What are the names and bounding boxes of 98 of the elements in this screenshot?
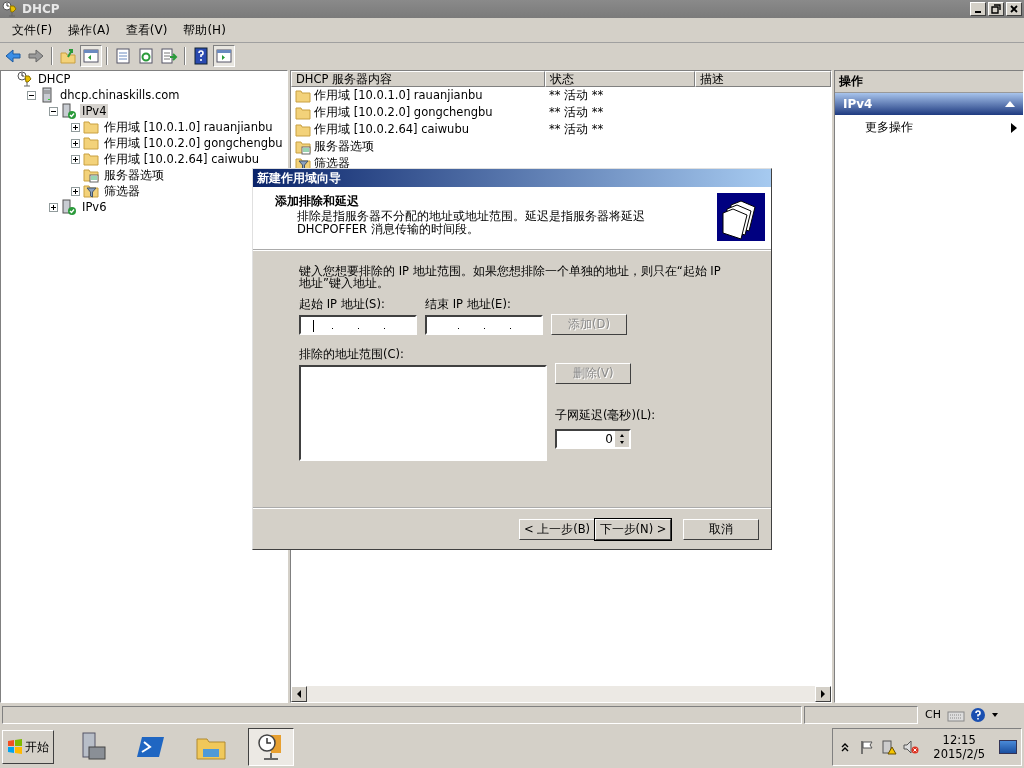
server-check-icon [61,199,77,215]
back-arrow-icon [4,46,22,65]
scroll-left-icon[interactable] [291,686,307,702]
menu-item[interactable]: 文件(F) [4,21,61,39]
table-cell[interactable]: 作用域 [10.0.2.0] gongchengbu [314,105,493,120]
start-button[interactable]: 开始 [2,730,54,764]
server-check-icon [61,103,77,119]
menu-item[interactable]: 查看(V) [117,21,176,39]
clock-time[interactable]: 12:15 [942,733,976,747]
table-cell-text: ** 活动 ** [548,122,605,137]
wizard-button[interactable]: 取消 [683,518,759,540]
tree-item[interactable]: 筛选器 [102,183,142,199]
scroll-right-icon[interactable] [815,686,831,702]
table-cell[interactable]: 作用域 [10.0.1.0] rauanjianbu [314,88,483,103]
tree-item[interactable]: IPv4 [80,104,109,118]
folder-icon [83,135,99,151]
windows-logo-icon [7,739,23,755]
tree-item[interactable]: IPv6 [80,200,109,214]
filter-icon [83,183,99,199]
table-cell[interactable]: 作用域 [10.0.2.64] caiwubu [314,122,469,137]
expand-icon[interactable] [71,154,80,164]
show-desktop-button[interactable] [999,740,1017,754]
action-item[interactable]: 更多操作 [835,115,1023,140]
column-header[interactable]: 描述 [695,71,831,87]
collapse-arrow-icon[interactable] [1005,101,1015,107]
wizard-button[interactable]: 下一步(N) > [595,518,671,540]
wizard-heading: 添加排除和延迟 [275,193,360,210]
restore-icon [991,4,1001,14]
server-icon [39,87,55,103]
ip-input-field[interactable] [425,315,543,335]
window-pane-icon [215,46,233,65]
tree-item[interactable]: DHCP [36,72,73,86]
horizontal-scrollbar[interactable] [291,686,831,702]
close-button[interactable] [1006,2,1022,16]
flag-icon[interactable] [859,739,876,755]
export-icon [160,46,178,65]
minimize-button[interactable] [970,2,986,16]
column-header[interactable]: DHCP 服务器内容 [291,71,545,87]
spin-down-icon[interactable] [615,439,629,447]
folder-icon [295,104,311,121]
field-label: 起始 IP 地址(S): [299,297,386,312]
actions-header: 操作 [835,71,1023,93]
folder-icon [83,119,99,135]
ip-input-field[interactable] [299,315,417,335]
collapse-icon[interactable] [49,106,58,116]
menu-item[interactable]: 操作(A) [60,21,118,39]
speaker-muted-icon[interactable] [903,739,920,755]
collapse-icon[interactable] [27,90,36,100]
expand-icon[interactable] [49,202,58,212]
field-label: 排除的地址范围(C): [299,347,405,362]
table-cell-text: ** 活动 ** [548,88,605,103]
window-pane-icon [82,46,100,65]
wizard-description: 排除是指服务器不分配的地址或地址范围。延迟是指服务器将延迟 DHCPOFFER 消息传输的时间段。 [296,210,646,236]
tree-item[interactable]: 作用域 [10.0.2.0] gongchengbu [102,135,285,151]
folder-icon [295,87,311,104]
expand-icon[interactable] [71,122,80,132]
document-icon [114,46,132,65]
folder-up-icon [59,46,77,65]
delay-spin-field[interactable]: 0 [555,429,631,449]
tree-item[interactable]: dhcp.chinaskills.com [58,88,182,102]
table-cell-text: ** 活动 ** [548,105,605,120]
instruction-text: 键入您想要排除的 IP 地址范围。如果您想排除一个单独的地址，则只在“起始 IP 地址”键入地址。 [299,265,722,289]
excluded-range-list[interactable] [299,365,547,461]
tree-item[interactable]: 作用域 [10.0.2.64] caiwubu [102,151,261,167]
dialog-title: 新建作用域向导 [253,169,771,187]
actions-section-header[interactable]: IPv4 [835,93,1023,115]
close-icon [1009,4,1019,14]
table-cell[interactable]: 服务器选项 [314,139,374,154]
field-label: 子网延迟(毫秒)(L): [555,408,656,423]
language-indicator[interactable]: CH [922,708,944,721]
submenu-arrow-icon [1011,122,1017,133]
wizard-button[interactable]: < 上一步(B) [519,518,595,540]
folders-icon [717,193,765,241]
table-cell[interactable]: 筛选器 [314,156,350,171]
folder-icon [83,151,99,167]
show-tree-button[interactable] [80,44,102,67]
column-header[interactable]: 状态 [545,71,695,87]
restore-button[interactable] [988,2,1004,16]
minimize-icon [975,11,981,13]
expand-icon[interactable] [71,186,80,196]
field-label: 结束 IP 地址(E): [425,297,512,312]
tree-item[interactable]: 服务器选项 [102,167,166,183]
tree-item[interactable]: 作用域 [10.0.1.0] rauanjianbu [102,119,275,135]
folder-icon [295,121,311,138]
show-action-pane-button[interactable] [213,44,235,67]
folder-document-icon [295,138,311,155]
clock-key-icon [2,1,18,17]
spin-up-icon[interactable] [615,431,629,439]
help-icon [192,46,210,65]
clock-date[interactable]: 2015/2/5 [933,747,985,761]
window-title: DHCP [22,2,60,16]
network-warning-icon[interactable] [881,739,898,755]
forward-arrow-icon [27,46,45,65]
dhcp-console-button[interactable] [248,728,294,766]
folder-document-icon [83,167,99,183]
refresh-icon [137,46,155,65]
expand-icon[interactable] [71,138,80,148]
menu-item[interactable]: 帮助(H) [175,21,234,39]
